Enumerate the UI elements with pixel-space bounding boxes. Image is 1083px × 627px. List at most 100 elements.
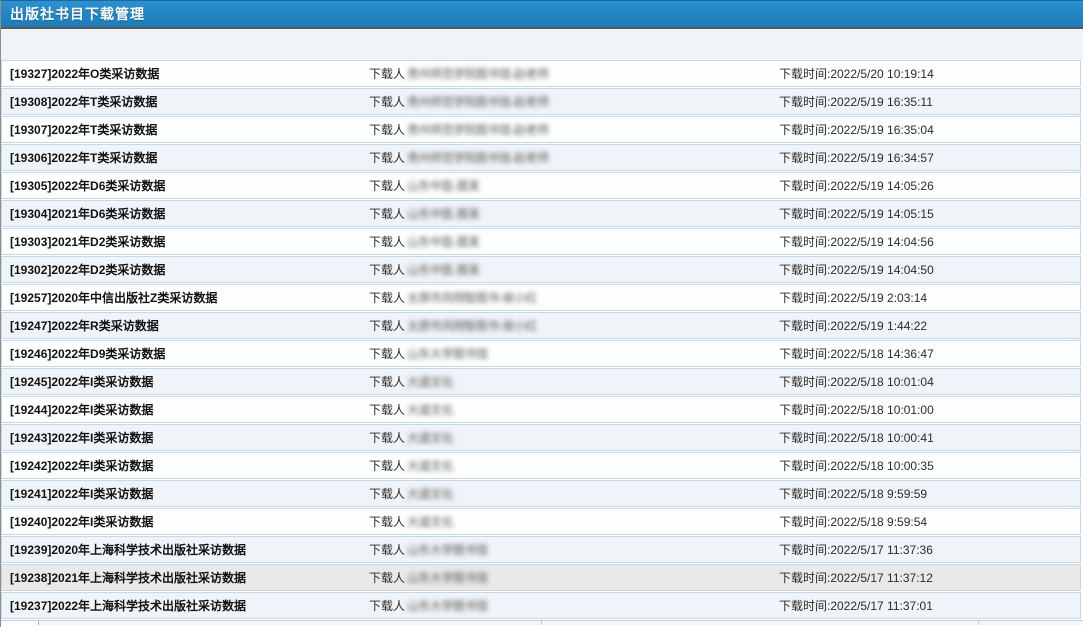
downloader-name-redacted: 太原市凤翔智图书-侯小红 <box>407 317 537 334</box>
download-title-link[interactable]: [19239]2020年上海科学技术出版社采访数据 <box>2 541 369 558</box>
download-time: 下载时间:2022/5/19 1:44:22 <box>779 317 1080 334</box>
download-list-item[interactable]: [19239]2020年上海科学技术出版社采访数据 下载人 山东大学图书馆 下载… <box>1 536 1081 563</box>
download-list-item[interactable]: [19304]2021年D6类采访数据 下载人 山东中医-聂某 下载时间:202… <box>1 200 1081 227</box>
download-time: 下载时间:2022/5/19 14:05:26 <box>779 177 1080 194</box>
downloader-label: 下载人 <box>369 513 405 530</box>
downloader-cell: 下载人 山东大学图书馆 <box>369 541 779 558</box>
download-title-link[interactable]: [19242]2022年I类采访数据 <box>2 457 369 474</box>
downloader-cell: 下载人 大道文化 <box>369 373 779 390</box>
downloader-cell: 下载人 太原市凤翔智图书-侯小红 <box>369 289 779 306</box>
downloader-name-redacted: 贵州师范学院图书馆-赵老师 <box>407 93 549 110</box>
downloader-cell: 下载人 山东大学图书馆 <box>369 569 779 586</box>
download-list-item[interactable]: [19245]2022年I类采访数据 下载人 大道文化 下载时间:2022/5/… <box>1 368 1081 395</box>
download-time: 下载时间:2022/5/19 14:05:15 <box>779 205 1080 222</box>
downloader-name-redacted: 大道文化 <box>407 513 453 530</box>
download-time: 下载时间:2022/5/17 11:37:01 <box>779 597 1080 614</box>
downloader-cell: 下载人 山东中医-聂某 <box>369 205 779 222</box>
download-title-link[interactable]: [19247]2022年R类采访数据 <box>2 317 369 334</box>
page-titlebar: 出版社书目下载管理 <box>1 0 1083 29</box>
partial-cell-downloader-col <box>542 621 979 625</box>
download-title-link[interactable]: [19245]2022年I类采访数据 <box>2 373 369 390</box>
download-list-item[interactable]: [19303]2021年D2类采访数据 下载人 山东中医-聂某 下载时间:202… <box>1 228 1081 255</box>
downloader-name-redacted: 山东中医-聂某 <box>407 205 480 222</box>
downloader-cell: 下载人 太原市凤翔智图书-侯小红 <box>369 317 779 334</box>
download-list-item[interactable]: [19244]2022年I类采访数据 下载人 大道文化 下载时间:2022/5/… <box>1 396 1081 423</box>
download-title-link[interactable]: [19246]2022年D9类采访数据 <box>2 345 369 362</box>
download-title-link[interactable]: [19306]2022年T类采访数据 <box>2 149 369 166</box>
downloader-label: 下载人 <box>369 597 405 614</box>
download-title-link[interactable]: [19243]2022年I类采访数据 <box>2 429 369 446</box>
download-time: 下载时间:2022/5/19 16:35:11 <box>779 93 1080 110</box>
download-time: 下载时间:2022/5/18 10:00:41 <box>779 429 1080 446</box>
download-time: 下载时间:2022/5/18 10:00:35 <box>779 457 1080 474</box>
download-title-link[interactable]: [19241]2022年I类采访数据 <box>2 485 369 502</box>
download-time: 下载时间:2022/5/18 14:36:47 <box>779 345 1080 362</box>
download-time: 下载时间:2022/5/18 9:59:54 <box>779 513 1080 530</box>
download-list-item[interactable]: [19308]2022年T类采访数据 下载人 贵州师范学院图书馆-赵老师 下载时… <box>1 88 1081 115</box>
download-list-item[interactable]: [19242]2022年I类采访数据 下载人 大道文化 下载时间:2022/5/… <box>1 452 1081 479</box>
download-list-item[interactable]: [19257]2020年中信出版社Z类采访数据 下载人 太原市凤翔智图书-侯小红… <box>1 284 1081 311</box>
downloader-label: 下载人 <box>369 541 405 558</box>
downloader-label: 下载人 <box>369 429 405 446</box>
downloader-cell: 下载人 大道文化 <box>369 401 779 418</box>
download-title-link[interactable]: [19257]2020年中信出版社Z类采访数据 <box>2 289 369 306</box>
downloader-cell: 下载人 贵州师范学院图书馆-赵老师 <box>369 65 779 82</box>
download-title-link[interactable]: [19302]2022年D2类采访数据 <box>2 261 369 278</box>
download-list-item[interactable]: [19237]2022年上海科学技术出版社采访数据 下载人 山东大学图书馆 下载… <box>1 592 1081 619</box>
download-list-item[interactable]: [19246]2022年D9类采访数据 下载人 山东大学图书馆 下载时间:202… <box>1 340 1081 367</box>
downloader-name-redacted: 大道文化 <box>407 485 453 502</box>
downloader-label: 下载人 <box>369 205 405 222</box>
downloader-cell: 下载人 大道文化 <box>369 513 779 530</box>
download-title-link[interactable]: [19307]2022年T类采访数据 <box>2 121 369 138</box>
downloader-label: 下载人 <box>369 401 405 418</box>
downloader-cell: 下载人 山东中医-聂某 <box>369 233 779 250</box>
downloader-name-redacted: 大道文化 <box>407 373 453 390</box>
downloader-label: 下载人 <box>369 345 405 362</box>
downloader-name-redacted: 山东大学图书馆 <box>407 597 488 614</box>
download-title-link[interactable]: [19240]2022年I类采访数据 <box>2 513 369 530</box>
partial-cell-title-col <box>39 621 542 625</box>
downloader-name-redacted: 大道文化 <box>407 429 453 446</box>
download-title-link[interactable]: [19308]2022年T类采访数据 <box>2 93 369 110</box>
download-title-link[interactable]: [19238]2021年上海科学技术出版社采访数据 <box>2 569 369 586</box>
download-list-item[interactable]: [19243]2022年I类采访数据 下载人 大道文化 下载时间:2022/5/… <box>1 424 1081 451</box>
downloader-name-redacted: 山东中医-聂某 <box>407 261 480 278</box>
partial-cell-time-col <box>979 621 1083 625</box>
download-list-item[interactable]: [19240]2022年I类采访数据 下载人 大道文化 下载时间:2022/5/… <box>1 508 1081 535</box>
downloader-label: 下载人 <box>369 261 405 278</box>
download-list-item[interactable]: [19306]2022年T类采访数据 下载人 贵州师范学院图书馆-赵老师 下载时… <box>1 144 1081 171</box>
downloader-label: 下载人 <box>369 177 405 194</box>
downloader-label: 下载人 <box>369 121 405 138</box>
downloader-label: 下载人 <box>369 149 405 166</box>
download-title-link[interactable]: [19305]2022年D6类采访数据 <box>2 177 369 194</box>
downloader-cell: 下载人 贵州师范学院图书馆-赵老师 <box>369 149 779 166</box>
download-time: 下载时间:2022/5/18 10:01:00 <box>779 401 1080 418</box>
download-list-item[interactable]: [19327]2022年O类采访数据 下载人 贵州师范学院图书馆-赵老师 下载时… <box>1 60 1081 87</box>
downloader-name-redacted: 山东中医-聂某 <box>407 233 480 250</box>
partial-cell-checkbox-col <box>1 621 39 625</box>
download-list-item[interactable]: [19302]2022年D2类采访数据 下载人 山东中医-聂某 下载时间:202… <box>1 256 1081 283</box>
downloader-cell: 下载人 贵州师范学院图书馆-赵老师 <box>369 93 779 110</box>
download-list-item[interactable]: [19305]2022年D6类采访数据 下载人 山东中医-聂某 下载时间:202… <box>1 172 1081 199</box>
download-title-link[interactable]: [19304]2021年D6类采访数据 <box>2 205 369 222</box>
download-list-item[interactable]: [19241]2022年I类采访数据 下载人 大道文化 下载时间:2022/5/… <box>1 480 1081 507</box>
download-time: 下载时间:2022/5/17 11:37:12 <box>779 569 1080 586</box>
downloader-label: 下载人 <box>369 289 405 306</box>
downloader-label: 下载人 <box>369 569 405 586</box>
download-title-link[interactable]: [19237]2022年上海科学技术出版社采访数据 <box>2 597 369 614</box>
page-title: 出版社书目下载管理 <box>10 4 145 24</box>
download-list-item[interactable]: [19307]2022年T类采访数据 下载人 贵州师范学院图书馆-赵老师 下载时… <box>1 116 1081 143</box>
downloader-label: 下载人 <box>369 373 405 390</box>
download-time: 下载时间:2022/5/19 16:34:57 <box>779 149 1080 166</box>
download-title-link[interactable]: [19327]2022年O类采访数据 <box>2 65 369 82</box>
downloader-label: 下载人 <box>369 457 405 474</box>
download-title-link[interactable]: [19244]2022年I类采访数据 <box>2 401 369 418</box>
downloader-label: 下载人 <box>369 485 405 502</box>
download-list-item[interactable]: [19247]2022年R类采访数据 下载人 太原市凤翔智图书-侯小红 下载时间… <box>1 312 1081 339</box>
subheader-spacer <box>1 29 1083 60</box>
download-title-link[interactable]: [19303]2021年D2类采访数据 <box>2 233 369 250</box>
download-list-item[interactable]: [19238]2021年上海科学技术出版社采访数据 下载人 山东大学图书馆 下载… <box>1 564 1081 591</box>
downloader-name-redacted: 太原市凤翔智图书-侯小红 <box>407 289 537 306</box>
download-management-page: 出版社书目下载管理 [19327]2022年O类采访数据 下载人 贵州师范学院图… <box>0 0 1083 627</box>
downloader-name-redacted: 贵州师范学院图书馆-赵老师 <box>407 65 549 82</box>
